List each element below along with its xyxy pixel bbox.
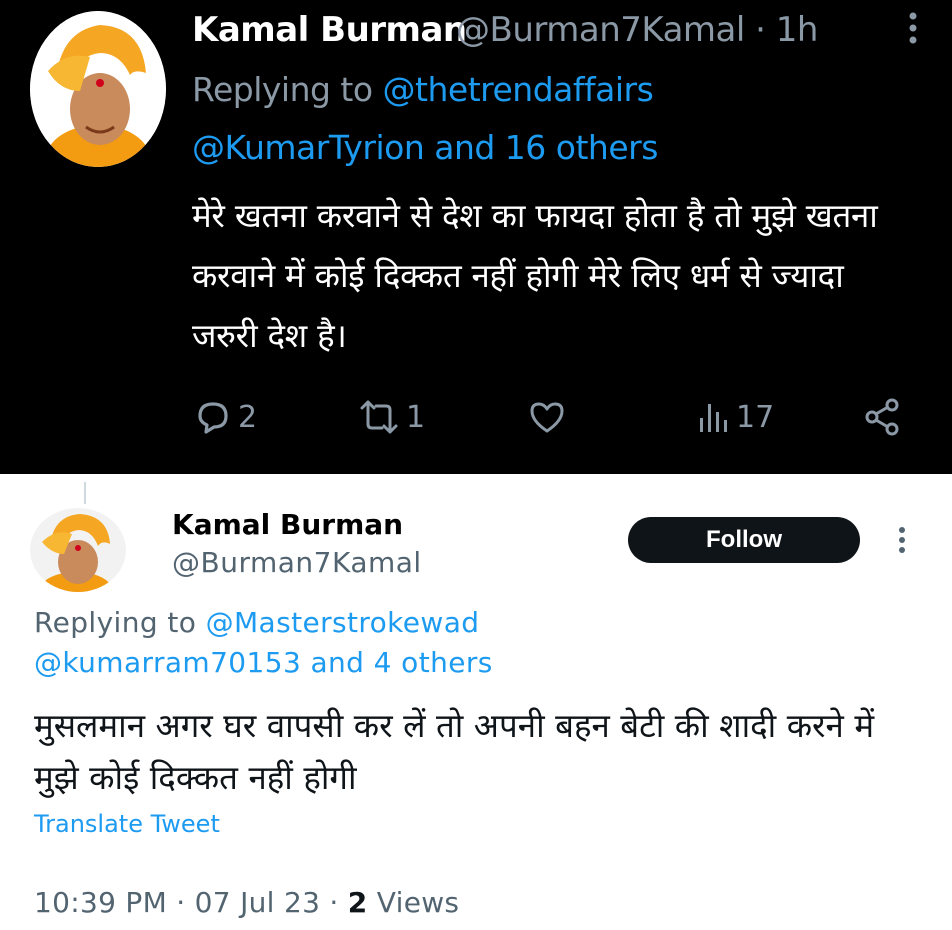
thread-connector-line (84, 482, 86, 504)
like-action[interactable] (526, 396, 568, 438)
avatar-image (30, 11, 166, 167)
views-icon (700, 404, 727, 432)
translate-tweet-link[interactable]: Translate Tweet (34, 810, 220, 838)
author-handle[interactable]: @Burman7Kamal (456, 10, 745, 50)
reply-action[interactable]: 2 (192, 396, 257, 438)
heart-icon (530, 402, 564, 433)
author-name[interactable]: Kamal Burman (192, 10, 467, 50)
replying-prefix: Replying to (192, 70, 383, 109)
views-label: Views (367, 886, 460, 919)
views-count: 2 (347, 886, 368, 919)
more-vertical-icon[interactable] (898, 8, 928, 48)
retweet-icon (360, 400, 398, 434)
tweet-timestamp[interactable]: 10:39 PM · 07 Jul 23 · (34, 886, 348, 919)
tweet-time: · 1h (755, 10, 818, 50)
author-name[interactable]: Kamal Burman (172, 508, 403, 541)
replying-to: Replying to @thetrendaffairs (192, 70, 654, 109)
reply-icon (198, 402, 228, 434)
reply-mention-link[interactable]: @Masterstrokewad (206, 606, 480, 639)
share-action[interactable] (862, 396, 902, 438)
reply-mention-link[interactable]: @thetrendaffairs (383, 70, 654, 109)
share-icon (865, 398, 899, 436)
tweet-meta: 10:39 PM · 07 Jul 23 · 2 Views (34, 886, 459, 919)
views-count: 17 (736, 399, 775, 435)
replying-prefix: Replying to (34, 606, 206, 639)
follow-button[interactable]: Follow (628, 517, 860, 563)
avatar-image (30, 508, 126, 592)
author-handle[interactable]: @Burman7Kamal (172, 546, 422, 579)
replying-to: Replying to @Masterstrokewad (34, 606, 479, 639)
reply-mentions-others-link[interactable]: @kumarram70153 and 4 others (34, 646, 493, 679)
reply-count: 2 (238, 399, 258, 435)
more-vertical-icon[interactable] (890, 522, 914, 558)
views-action[interactable]: 17 (698, 396, 774, 438)
dark-tweet-card: Kamal Burman @Burman7Kamal · 1h Replying… (0, 0, 952, 474)
retweet-action[interactable]: 1 (356, 396, 425, 438)
reply-mentions-others-link[interactable]: @KumarTyrion and 16 others (192, 128, 658, 167)
author-handle-time[interactable]: @Burman7Kamal · 1h (456, 10, 818, 50)
tweet-text: मेरे खतना करवाने से देश का फायदा होता है… (192, 196, 878, 355)
retweet-count: 1 (406, 399, 426, 435)
avatar[interactable] (30, 508, 126, 592)
avatar[interactable] (30, 11, 166, 167)
tweet-text: मुसलमान अगर घर वापसी कर लें तो अपनी बहन … (34, 706, 875, 797)
